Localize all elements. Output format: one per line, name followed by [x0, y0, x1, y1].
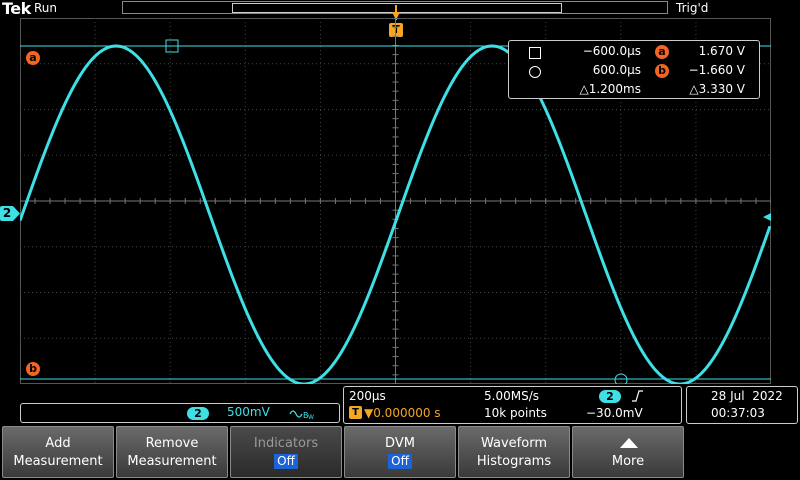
square-cursor-icon — [529, 47, 541, 59]
trigger-position-badge: T — [349, 406, 362, 419]
trigger-position: ▼0.000000 s — [364, 406, 441, 420]
horizontal-scale: 200µs — [349, 389, 386, 403]
channel-2-offset-marker[interactable]: 2 — [0, 206, 20, 221]
indicators-state: Off — [274, 454, 298, 469]
trigger-state: Trig'd — [676, 1, 709, 15]
run-state[interactable]: Run — [34, 1, 57, 15]
delta-voltage: △3.330 V — [689, 82, 745, 96]
cursor-b-row: 600.0µs b −1.660 V — [509, 63, 761, 79]
dvm-button[interactable]: DVM Off — [344, 426, 456, 478]
record-length: 10k points — [484, 406, 547, 420]
chevron-up-icon — [620, 438, 638, 448]
indicators-button[interactable]: Indicators Off — [230, 426, 342, 478]
channel-scale: 500mV — [227, 405, 270, 419]
cursor-b-badge: b — [655, 64, 669, 78]
svg-text:W: W — [308, 414, 314, 420]
cursor-b-time: 600.0µs — [592, 63, 641, 77]
cursor-a-time: −600.0µs — [582, 44, 641, 58]
circle-cursor-icon — [529, 66, 541, 78]
cursor-readout[interactable]: −600.0µs a 1.670 V 600.0µs b −1.660 V △1… — [508, 40, 760, 99]
channel-2-badge[interactable]: 2 500mV B W — [20, 403, 340, 423]
dvm-state: Off — [388, 454, 412, 469]
trigger-level-marker-icon[interactable] — [763, 213, 771, 221]
cursor-a-badge: a — [655, 45, 669, 59]
cursor-a-voltage: 1.670 V — [698, 44, 745, 58]
add-measurement-button[interactable]: Add Measurement — [2, 426, 114, 478]
brand-logo: Tek — [2, 0, 31, 18]
date: 28 Jul 2022 — [711, 389, 783, 403]
channel-number: 2 — [187, 407, 209, 420]
trigger-source: 2 — [599, 390, 621, 403]
time: 00:37:03 — [711, 406, 765, 420]
cursor-a-marker[interactable]: a — [26, 51, 40, 65]
cursor-a-row: −600.0µs a 1.670 V — [509, 44, 761, 60]
acquisition-badge[interactable]: 200µs 5.00MS/s 2 T ▼0.000000 s 10k point… — [343, 386, 682, 424]
sample-rate: 5.00MS/s — [484, 389, 539, 403]
waveform-histograms-button[interactable]: Waveform Histograms — [458, 426, 570, 478]
more-button[interactable]: More — [572, 426, 684, 478]
cursor-delta-row: △1.200ms △3.330 V — [509, 82, 761, 98]
remove-measurement-button[interactable]: Remove Measurement — [116, 426, 228, 478]
bandwidth-limit-icon: B W — [289, 410, 314, 420]
cursor-b-voltage: −1.660 V — [688, 63, 745, 77]
cursor-b-marker[interactable]: b — [26, 362, 40, 376]
date-time-badge[interactable]: 28 Jul 2022 00:37:03 — [686, 386, 798, 424]
button-bar: Add Measurement Remove Measurement Indic… — [0, 426, 800, 480]
trigger-level: −30.0mV — [586, 406, 643, 420]
delta-time: △1.200ms — [579, 82, 641, 96]
rising-edge-icon — [632, 390, 643, 402]
